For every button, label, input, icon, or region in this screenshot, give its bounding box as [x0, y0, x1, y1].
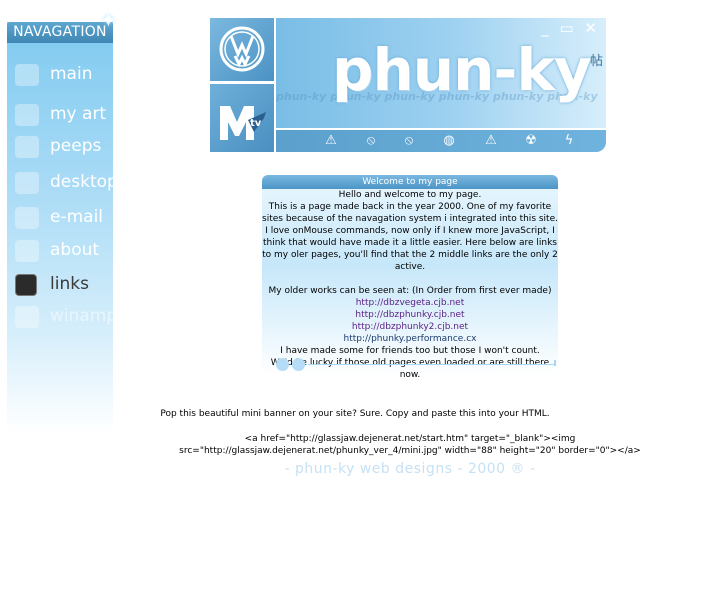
nav-item-desktop[interactable]: desktop	[15, 170, 119, 196]
banner-offer-text: Pop this beautiful mini banner on your s…	[160, 409, 550, 419]
svg-text:tv: tv	[250, 118, 262, 129]
vw-logo-panel	[210, 18, 274, 81]
window-controls[interactable]: _ ▭ ✕	[541, 19, 600, 37]
nav-label-desktop: desktop	[50, 172, 118, 192]
footer-dot	[276, 358, 289, 371]
sparkle-icon: ✦	[100, 8, 117, 32]
older-link-2[interactable]: http://dbzphunky.cjb.net	[262, 309, 558, 321]
nav-label-links: links	[50, 274, 89, 294]
nav-item-about[interactable]: about	[15, 238, 119, 264]
symbol-bar: ⚠ ⦸ ⦸ ◍ ⚠ ☢ ϟ	[276, 130, 606, 152]
warning-icon: ⚠	[485, 133, 497, 148]
older-link-4[interactable]: http://phunky.performance.cx	[262, 333, 558, 345]
footer-divider	[308, 364, 556, 365]
navigation-sidebar: NAVAGATION main my art peeps desktop e-m…	[7, 22, 118, 434]
nav-label-winamp: winamp	[50, 306, 118, 326]
about-icon	[15, 240, 39, 262]
nav-label-peeps: peeps	[50, 136, 102, 156]
kanji-glyph: 帖	[589, 54, 603, 69]
older-works-text: My older works can be seen at: (In Order…	[268, 286, 552, 296]
welcome-body: Hello and welcome to my page. This is a …	[262, 189, 558, 381]
folder-icon	[15, 136, 39, 158]
site-title: phun-ky	[332, 36, 592, 104]
friends-text: I have made some for friends too but tho…	[280, 346, 540, 356]
nav-item-main[interactable]: main	[15, 62, 119, 88]
footer-dot	[292, 358, 305, 371]
art-icon	[15, 104, 39, 126]
nav-item-links[interactable]: links	[15, 272, 119, 298]
site-banner: tv phun-ky phun-ky phun-ky phun-ky phun-…	[210, 18, 606, 152]
welcome-paragraph: This is a page made back in the year 200…	[262, 202, 558, 272]
radiation-icon: ☢	[525, 133, 537, 148]
winamp-icon	[15, 306, 39, 328]
welcome-greeting: Hello and welcome to my page.	[338, 190, 482, 200]
nav-label-main: main	[50, 64, 93, 84]
nav-label-email: e-mail	[50, 207, 104, 227]
vw-logo	[219, 26, 265, 72]
warning-icon: ⚠	[325, 133, 337, 148]
welcome-header: Welcome to my page	[262, 175, 558, 189]
lightning-icon: ϟ	[564, 133, 574, 148]
nav-label-about: about	[50, 240, 100, 260]
nav-item-peeps[interactable]: peeps	[15, 134, 119, 160]
nav-item-winamp[interactable]: winamp	[15, 304, 119, 330]
nav-label-my-art: my art	[50, 104, 107, 124]
older-link-1[interactable]: http://dbzvegeta.cjb.net	[262, 297, 558, 309]
mtv-logo: tv	[220, 106, 266, 140]
no-entry-icon: ⦸	[366, 133, 376, 148]
footer-tick	[554, 360, 556, 366]
mtv-logo-panel: tv	[210, 84, 274, 152]
welcome-footer	[274, 358, 558, 372]
no-entry-icon: ⦸	[404, 133, 414, 148]
site-credits: - phun-ky web designs - 2000 ® -	[284, 461, 536, 477]
welcome-panel: Welcome to my page Hello and welcome to …	[262, 175, 558, 380]
main-icon	[15, 64, 39, 86]
desktop-icon	[15, 172, 39, 194]
html-code-snippet: <a href="http://glassjaw.dejenerat.net/s…	[179, 434, 641, 456]
navigation-title: NAVAGATION	[7, 22, 113, 43]
nav-item-email[interactable]: e-mail	[15, 205, 119, 231]
banner-title-panel: phun-ky phun-ky phun-ky phun-ky phun-ky …	[276, 18, 606, 128]
nav-item-my-art[interactable]: my art	[15, 102, 119, 128]
helmet-icon: ◍	[443, 133, 455, 148]
links-icon	[15, 274, 37, 296]
email-icon	[15, 207, 39, 229]
older-link-3[interactable]: http://dbzphunky2.cjb.net	[262, 321, 558, 333]
